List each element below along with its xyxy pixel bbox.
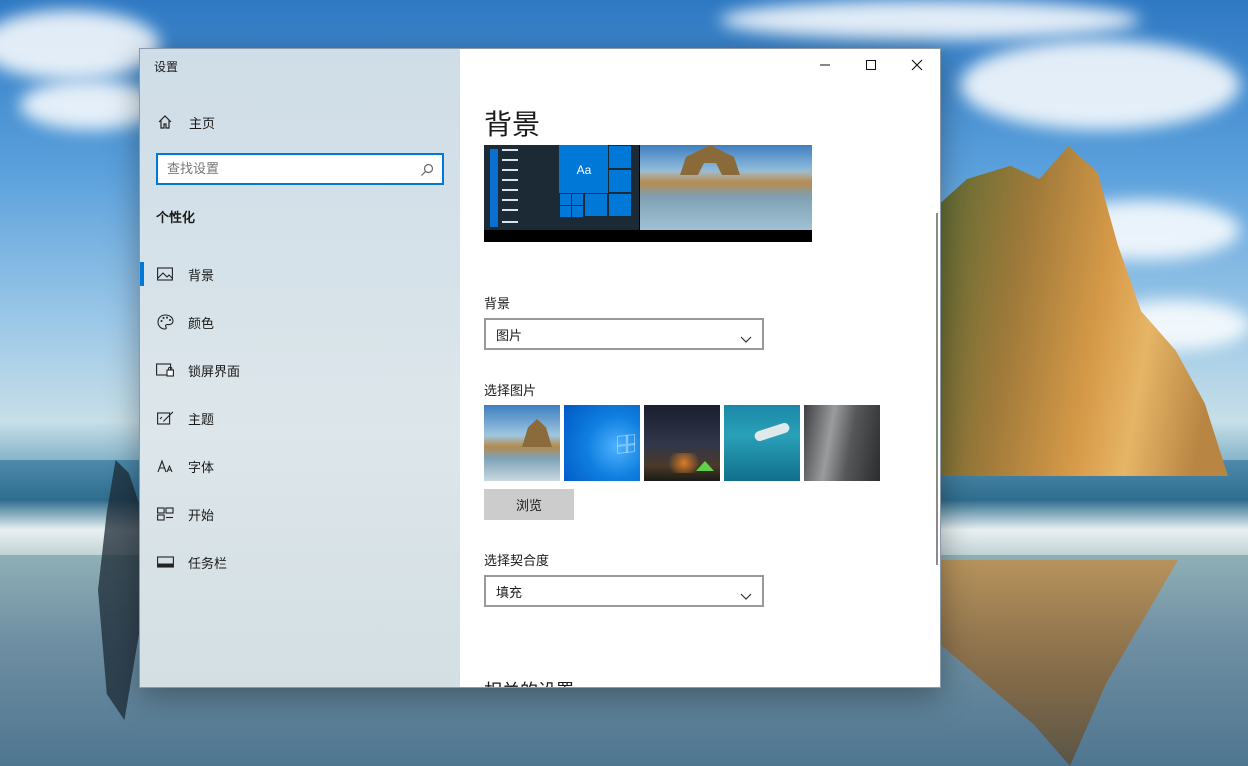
- settings-window: 设置 主页 个性化 背景 颜色: [139, 48, 941, 688]
- related-settings-heading: 相关的设置: [484, 677, 574, 687]
- maximize-icon: [865, 56, 877, 75]
- start-icon: [156, 505, 174, 523]
- preview-taskbar: [484, 230, 812, 242]
- close-icon: [911, 56, 923, 75]
- home-label: 主页: [189, 116, 216, 132]
- sidebar-item-background[interactable]: 背景: [140, 254, 460, 294]
- sidebar-item-colors[interactable]: 颜色: [140, 302, 460, 342]
- chevron-down-icon: [740, 586, 752, 600]
- sidebar-item-themes[interactable]: 主题: [140, 398, 460, 438]
- picture-thumbnail[interactable]: [724, 405, 800, 481]
- desktop-preview: Aa: [484, 145, 812, 242]
- picture-thumbnail[interactable]: [564, 405, 640, 481]
- sidebar-item-label: 字体: [188, 460, 215, 476]
- picture-thumbnail[interactable]: [644, 405, 720, 481]
- picture-icon: [156, 265, 174, 283]
- picture-thumbnail[interactable]: [804, 405, 880, 481]
- background-label: 背景: [484, 297, 511, 312]
- background-dropdown[interactable]: 图片: [484, 318, 764, 350]
- page-title: 背景: [484, 108, 541, 141]
- section-heading: 个性化: [156, 211, 196, 226]
- chevron-down-icon: [740, 329, 752, 343]
- sidebar-item-fonts[interactable]: 字体: [140, 446, 460, 486]
- preview-tile: Aa: [559, 145, 609, 195]
- sidebar-item-taskbar[interactable]: 任务栏: [140, 542, 460, 582]
- minimize-button[interactable]: [802, 49, 848, 81]
- taskbar-icon: [156, 553, 174, 571]
- choose-picture-label: 选择图片: [484, 384, 537, 399]
- start-menu-preview: Aa: [484, 145, 639, 230]
- background-value: 图片: [496, 328, 523, 344]
- fit-dropdown[interactable]: 填充: [484, 575, 764, 607]
- theme-icon: [156, 409, 174, 427]
- maximize-button[interactable]: [848, 49, 894, 81]
- settings-sidebar: 设置 主页 个性化 背景 颜色: [140, 49, 460, 687]
- sidebar-item-label: 开始: [188, 508, 215, 524]
- sidebar-item-label: 锁屏界面: [188, 364, 241, 380]
- font-icon: [156, 457, 174, 475]
- search-input[interactable]: [158, 155, 408, 183]
- lock-screen-icon: [156, 361, 174, 379]
- content-pane: 背景 Aa 背景 图片 选择图片 浏览 选择契合度 填充: [460, 49, 940, 687]
- sidebar-item-label: 颜色: [188, 316, 215, 332]
- windows-logo-icon: [617, 434, 635, 454]
- minimize-icon: [819, 56, 831, 75]
- choose-fit-label: 选择契合度: [484, 554, 550, 569]
- picture-thumbnail[interactable]: [484, 405, 560, 481]
- sidebar-item-label: 背景: [188, 268, 215, 284]
- fit-value: 填充: [496, 585, 523, 601]
- sidebar-item-label: 主题: [188, 412, 215, 428]
- sidebar-item-start[interactable]: 开始: [140, 494, 460, 534]
- browse-button[interactable]: 浏览: [484, 489, 574, 520]
- close-button[interactable]: [894, 49, 940, 81]
- palette-icon: [156, 313, 174, 331]
- sidebar-item-label: 任务栏: [188, 556, 228, 572]
- scrollbar[interactable]: [936, 213, 938, 565]
- settings-search-box[interactable]: [156, 153, 444, 185]
- sidebar-item-lock-screen[interactable]: 锁屏界面: [140, 350, 460, 390]
- preview-wallpaper: [640, 145, 812, 230]
- home-nav-item[interactable]: 主页: [140, 102, 460, 142]
- app-title: 设置: [154, 60, 179, 74]
- search-icon[interactable]: [420, 162, 434, 176]
- home-icon: [156, 113, 174, 131]
